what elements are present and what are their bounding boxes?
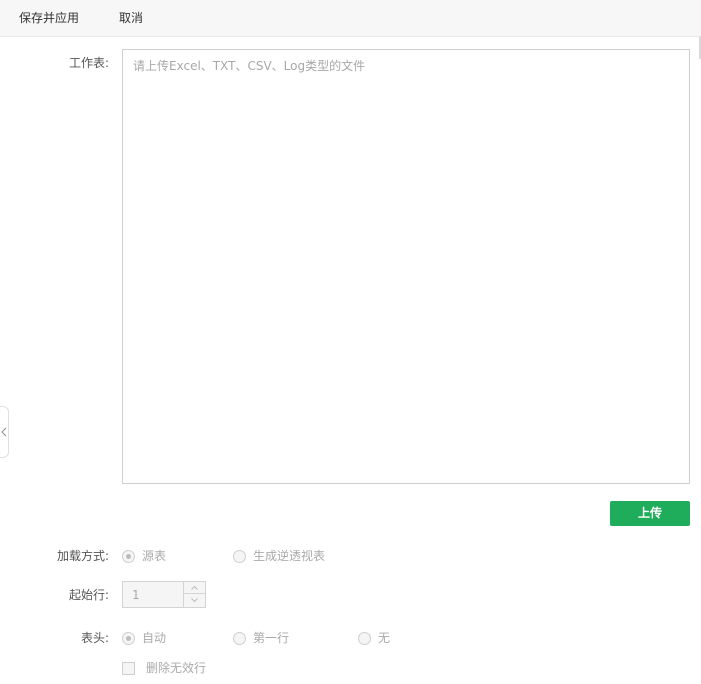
start-row-stepper[interactable]: 1 <box>122 581 206 608</box>
worksheet-dropzone[interactable]: 请上传Excel、TXT、CSV、Log类型的文件 <box>122 49 690 484</box>
start-row-label: 起始行: <box>68 588 109 602</box>
collapse-panel-handle[interactable] <box>0 406 9 458</box>
worksheet-label: 工作表: <box>68 56 109 70</box>
radio-checked-icon <box>122 631 135 645</box>
load-mode-unpivot-radio[interactable]: 生成逆透视表 <box>233 548 325 564</box>
chevron-down-icon <box>191 598 198 603</box>
delete-invalid-rows-checkbox[interactable]: 删除无效行 <box>122 660 206 676</box>
load-mode-label: 加载方式: <box>56 549 109 563</box>
radio-label: 无 <box>378 631 391 645</box>
radio-unchecked-icon <box>233 631 246 645</box>
worksheet-placeholder: 请上传Excel、TXT、CSV、Log类型的文件 <box>133 59 366 73</box>
radio-label: 第一行 <box>253 631 290 645</box>
checkbox-box <box>122 661 135 675</box>
toolbar: 保存并应用 取消 <box>0 0 701 37</box>
load-mode-source-radio[interactable]: 源表 <box>122 548 166 564</box>
checkbox-label: 删除无效行 <box>146 661 207 675</box>
radio-label: 自动 <box>142 631 167 645</box>
decrement-button[interactable] <box>184 594 205 606</box>
save-and-apply-button[interactable]: 保存并应用 <box>19 10 79 26</box>
header-label: 表头: <box>80 631 109 645</box>
header-first-row-radio[interactable]: 第一行 <box>233 630 289 646</box>
header-auto-radio[interactable]: 自动 <box>122 630 166 646</box>
cancel-button[interactable]: 取消 <box>119 10 143 26</box>
stepper-arrows <box>183 582 205 607</box>
increment-button[interactable] <box>184 582 205 594</box>
radio-label: 源表 <box>142 549 167 563</box>
upload-button[interactable]: 上传 <box>610 501 690 526</box>
chevron-left-icon <box>1 427 7 437</box>
radio-unchecked-icon <box>358 631 371 645</box>
radio-label: 生成逆透视表 <box>253 549 326 563</box>
radio-unchecked-icon <box>233 549 246 563</box>
start-row-value: 1 <box>132 588 140 602</box>
radio-checked-icon <box>122 549 135 563</box>
chevron-up-icon <box>191 585 198 590</box>
header-none-radio[interactable]: 无 <box>358 630 390 646</box>
